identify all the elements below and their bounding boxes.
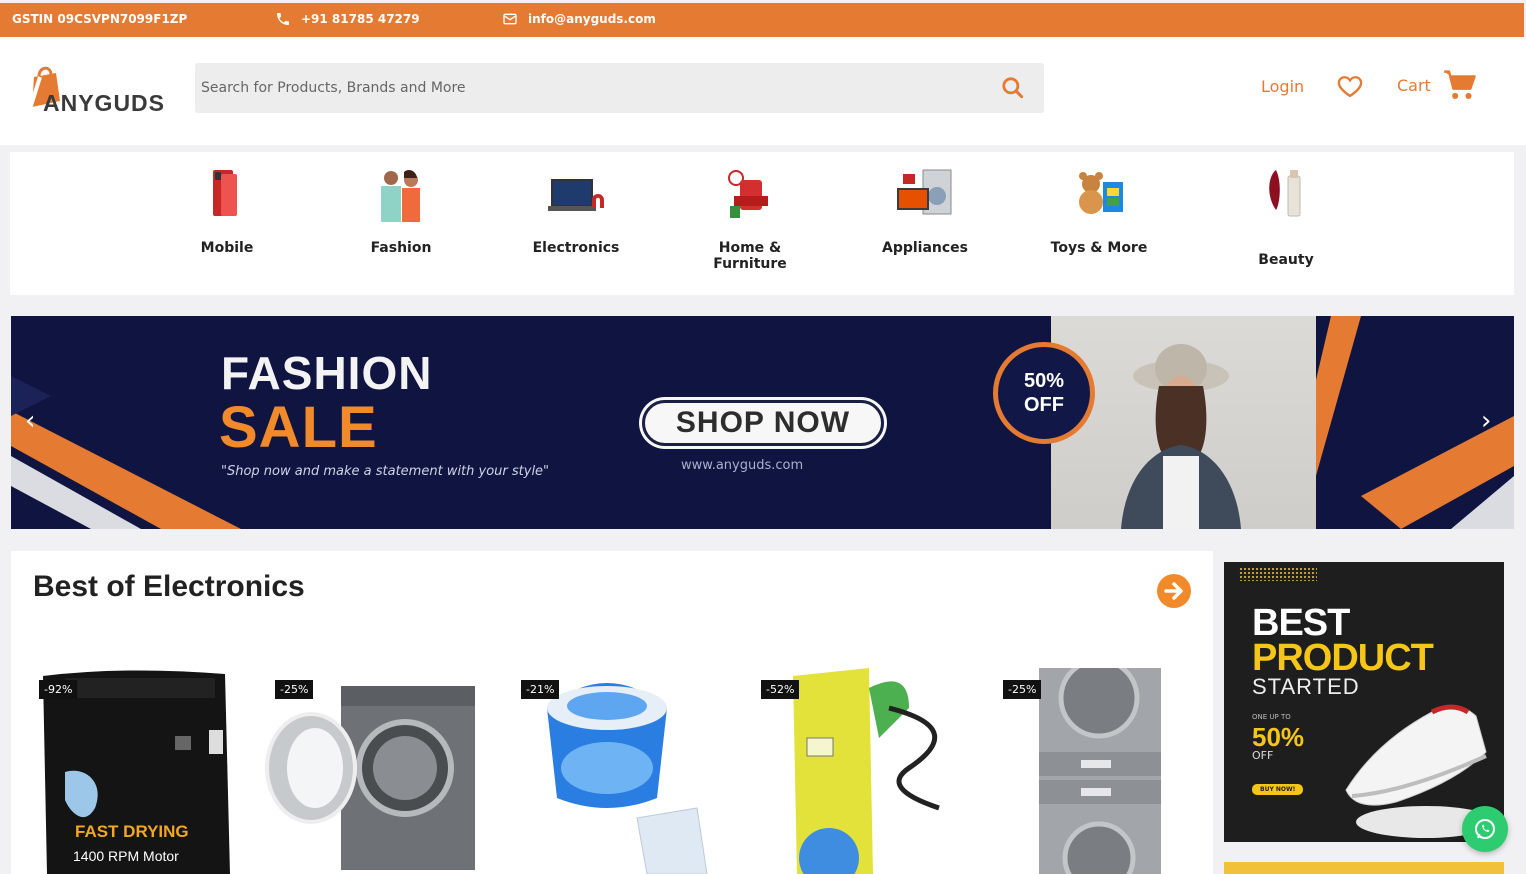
hero-banner-carousel[interactable]: FASHION SALE "Shop now and make a statem… — [11, 316, 1514, 529]
category-label: Toys & More — [1050, 240, 1148, 256]
second-promo-peek — [1224, 862, 1504, 874]
top-info-bar: GSTIN 09CSVPN7099F1ZP +91 81785 47279 in… — [0, 3, 1524, 37]
banner-tagline: "Shop now and make a statement with your… — [221, 464, 550, 479]
discount-off: OFF — [1024, 394, 1064, 416]
login-link[interactable]: Login — [1261, 77, 1304, 96]
product-card[interactable]: -25% — [265, 668, 475, 874]
category-mobile[interactable]: Mobile — [157, 166, 297, 256]
section-title: Best of Electronics — [33, 570, 305, 603]
category-label: Mobile — [200, 240, 254, 256]
home-furniture-category-image — [718, 166, 782, 224]
site-header: ANYGUDS Login Cart — [0, 37, 1526, 145]
search-icon[interactable] — [1000, 75, 1026, 101]
category-label: Beauty — [1258, 252, 1314, 268]
category-label: Appliances — [881, 240, 969, 256]
category-electronics[interactable]: Electronics — [506, 166, 646, 256]
promo-dot-pattern — [1239, 567, 1317, 581]
model-figure — [1121, 344, 1241, 529]
beauty-category-image — [1254, 166, 1318, 224]
discount-badge: 50% OFF — [993, 342, 1095, 444]
category-home-furniture[interactable]: Home & Furniture — [680, 166, 820, 272]
banner-model-photo — [1051, 316, 1316, 529]
category-toys[interactable]: Toys & More — [1029, 166, 1169, 256]
discount-badge: -52% — [761, 680, 800, 699]
whatsapp-chat-button[interactable] — [1462, 806, 1508, 852]
cart-icon — [1444, 70, 1476, 99]
discount-badge: -21% — [521, 680, 560, 699]
promo-small-text: ONE UP TO — [1252, 713, 1291, 721]
site-logo[interactable]: ANYGUDS — [26, 63, 176, 116]
toys-category-image — [1067, 166, 1131, 224]
product-feature-subtitle: 1400 RPM Motor — [73, 848, 179, 864]
promo-off: OFF — [1252, 749, 1274, 762]
logo-text: ANYGUDS — [43, 90, 166, 116]
email-address: info@anyguds.com — [528, 12, 656, 26]
whatsapp-icon — [1475, 819, 1495, 839]
best-product-promo[interactable]: BEST PRODUCT STARTED ONE UP TO 50% OFF B… — [1224, 562, 1504, 842]
promo-buy-button[interactable]: BUY NOW! — [1252, 784, 1304, 795]
category-nav: Mobile Fashion Electronics Home & Furnit… — [10, 152, 1514, 295]
product-card[interactable]: -92% FAST DRYING 1400 RPM Motor — [25, 668, 235, 874]
search-bar — [195, 63, 1044, 113]
appliances-category-image — [893, 166, 957, 224]
chevron-right-icon[interactable]: › — [1481, 408, 1507, 434]
category-appliances[interactable]: Appliances — [855, 166, 995, 256]
best-of-electronics-section: Best of Electronics -92% FAST DRYING 140… — [11, 551, 1213, 874]
email-contact[interactable]: info@anyguds.com — [502, 11, 656, 27]
phone-number: +91 81785 47279 — [301, 12, 420, 26]
chevron-left-icon[interactable]: ‹ — [25, 408, 51, 434]
discount-badge: -25% — [275, 680, 314, 699]
product-card[interactable]: -52% — [749, 668, 959, 874]
banner-subtitle: SALE — [219, 395, 378, 460]
mobile-category-image — [195, 166, 259, 224]
fashion-category-image — [369, 166, 433, 224]
heart-icon[interactable] — [1335, 72, 1365, 100]
phone-icon — [277, 13, 289, 25]
discount-percent: 50% — [1023, 370, 1065, 392]
banner-title: FASHION — [221, 347, 433, 399]
mail-icon — [503, 13, 517, 25]
arrow-right-circle-icon[interactable] — [1156, 573, 1192, 609]
shop-now-button[interactable]: SHOP NOW — [642, 400, 884, 446]
category-label: Fashion — [370, 240, 432, 256]
cart-button[interactable]: Cart — [1397, 69, 1477, 101]
gstin-text: GSTIN 09CSVPN7099F1ZP — [12, 12, 188, 26]
product-card[interactable]: -21% — [507, 668, 717, 874]
category-beauty[interactable]: Beauty — [1216, 166, 1356, 268]
electronics-category-image — [544, 166, 608, 224]
product-feature-title: FAST DRYING — [75, 822, 189, 841]
category-label: Electronics — [532, 240, 620, 256]
search-input[interactable] — [195, 63, 975, 113]
discount-badge: -92% — [39, 680, 78, 699]
cart-label: Cart — [1397, 75, 1431, 95]
phone-contact[interactable]: +91 81785 47279 — [275, 11, 420, 27]
banner-url: www.anyguds.com — [681, 458, 804, 473]
product-card[interactable]: -25% — [991, 668, 1201, 874]
category-label: Home & Furniture — [713, 240, 787, 272]
category-fashion[interactable]: Fashion — [331, 166, 471, 256]
discount-badge: -25% — [1003, 680, 1042, 699]
